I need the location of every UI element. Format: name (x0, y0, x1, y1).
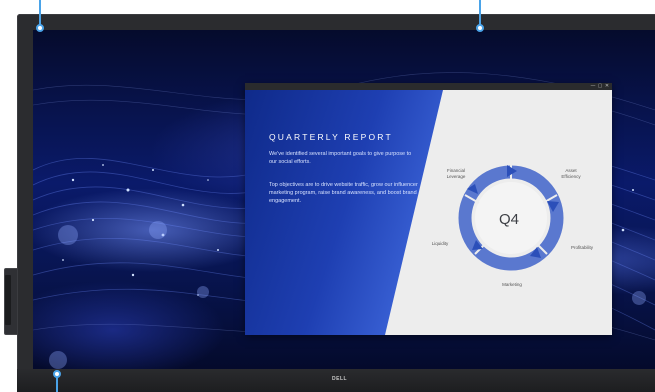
cycle-center-label: Q4 (499, 211, 520, 228)
cycle-label-liquidity: Liquidity (431, 241, 449, 246)
presentation-window[interactable]: — ▢ ✕ QUARTERLY REPORT We've identified … (245, 83, 612, 335)
callout-line-top-right (479, 0, 481, 25)
cycle-label-marketing: Marketing (502, 282, 522, 287)
brand-logo: DELL (332, 376, 348, 382)
cycle-label-asset-efficiency: Asset Efficiency (561, 168, 581, 179)
maximize-button[interactable]: ▢ (597, 83, 603, 90)
callout-marker-bottom-left (53, 370, 61, 378)
cycle-label-profitability: Profitability (570, 245, 593, 250)
cycle-diagram (458, 165, 564, 271)
callout-line-bottom-left (56, 377, 58, 392)
side-port (5, 275, 11, 325)
close-button[interactable]: ✕ (604, 83, 610, 90)
callout-line-top-left (39, 0, 41, 25)
minimize-button[interactable]: — (590, 83, 596, 90)
callout-marker-top-right (476, 24, 484, 32)
product-photo: — ▢ ✕ QUARTERLY REPORT We've identified … (0, 0, 655, 392)
callout-marker-top-left (36, 24, 44, 32)
window-titlebar[interactable]: — ▢ ✕ (245, 83, 612, 90)
slide-canvas: QUARTERLY REPORT We've identified severa… (245, 90, 612, 335)
cycle-label-financial-leverage: Financial Leverage (446, 168, 466, 179)
